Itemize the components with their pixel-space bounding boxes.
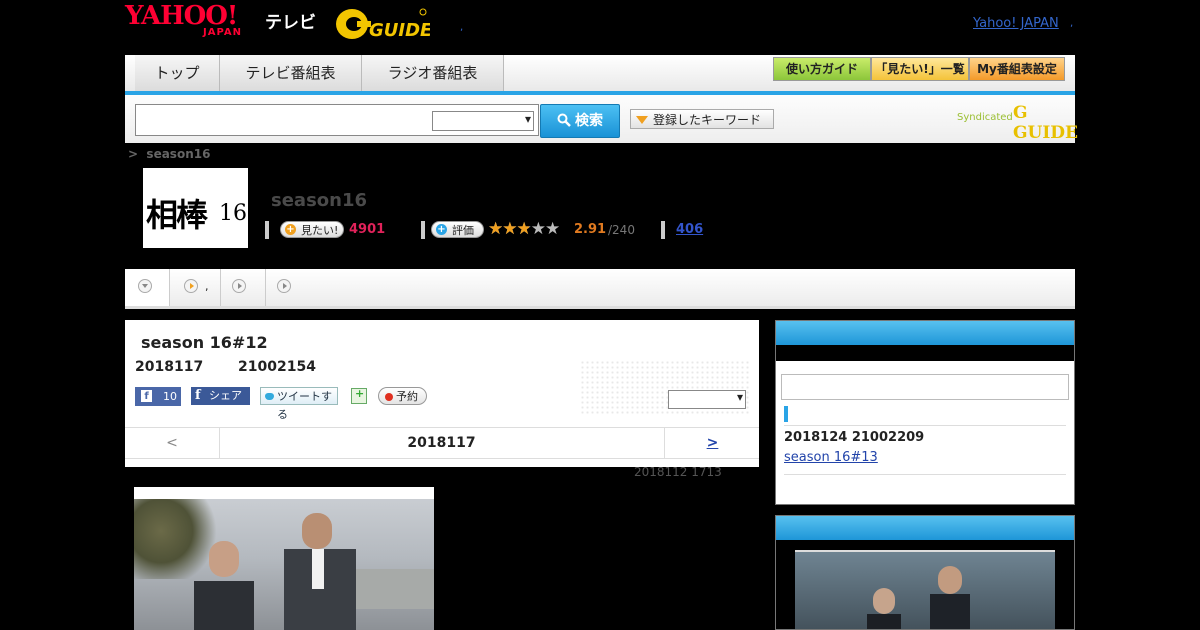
header-separator: , bbox=[460, 22, 464, 33]
reserve-button[interactable]: 予約 bbox=[378, 387, 427, 405]
main-navigation: トップ テレビ番組表 ラジオ番組表 使い方ガイド 「見たい!」一覧 My番組表設… bbox=[125, 55, 1075, 95]
search-icon bbox=[557, 113, 571, 127]
syndicated-gguide-logo: G GUIDE bbox=[1013, 103, 1078, 143]
divider bbox=[421, 221, 425, 239]
next-broadcast-box: 2018124 21002209 season 16#13 bbox=[775, 320, 1075, 505]
subtab-2-separator: , bbox=[205, 280, 209, 293]
divider bbox=[784, 425, 1066, 426]
nav-tab-tv-schedule[interactable]: テレビ番組表 bbox=[220, 55, 362, 91]
episode-pager: < 2018117 > bbox=[125, 427, 759, 459]
breadcrumb-separator: > bbox=[128, 147, 139, 161]
divider bbox=[265, 221, 269, 239]
subtab-3[interactable] bbox=[221, 269, 266, 306]
recorder-select[interactable] bbox=[668, 390, 746, 409]
chevron-down-icon bbox=[138, 279, 152, 293]
program-subtabs: , bbox=[125, 269, 1075, 309]
yahoo-japan-logo-text: JAPAN bbox=[203, 27, 242, 38]
play-circle-icon bbox=[277, 279, 291, 293]
rating-count: /240 bbox=[608, 223, 635, 237]
mitai-button[interactable]: 見たい! bbox=[280, 221, 344, 238]
thumbnail-title: 相棒 bbox=[146, 196, 208, 234]
rating-value: 2.91 bbox=[574, 222, 607, 237]
search-bar: 検索 登録したキーワード Syndicated G GUIDE bbox=[125, 95, 1078, 143]
nav-tab-radio-schedule[interactable]: ラジオ番組表 bbox=[362, 55, 504, 91]
mitai-list-button[interactable]: 「見たい!」一覧 bbox=[871, 57, 969, 81]
breadcrumb: > season16 bbox=[128, 147, 210, 161]
facebook-icon: f bbox=[195, 388, 201, 403]
mitai-count: 4901 bbox=[349, 222, 386, 237]
tv-logo-text[interactable]: テレビ bbox=[265, 8, 316, 33]
search-button[interactable]: 検索 bbox=[540, 104, 620, 138]
next-broadcast-subheader bbox=[776, 345, 1074, 361]
site-header: YAHOO! JAPAN テレビ GUIDE , Yahoo! JAPAN , bbox=[125, 0, 1075, 55]
sidebar-field[interactable] bbox=[781, 374, 1069, 400]
breadcrumb-current: season16 bbox=[146, 147, 211, 161]
section-marker bbox=[784, 406, 788, 422]
subtab-1[interactable] bbox=[125, 269, 170, 306]
episode-time: 21002154 bbox=[238, 359, 316, 375]
syndicated-label: Syndicated bbox=[957, 112, 1013, 123]
episode-title: season 16#12 bbox=[141, 333, 268, 352]
divider bbox=[661, 221, 665, 239]
episode-photo bbox=[134, 487, 434, 630]
next-broadcast-datetime: 2018124 21002209 bbox=[784, 430, 925, 445]
rate-button[interactable]: 評価 bbox=[431, 221, 484, 238]
usage-guide-button[interactable]: 使い方ガイド bbox=[773, 57, 871, 81]
reviews-link[interactable]: 406 bbox=[676, 222, 703, 237]
episode-date: 2018117 bbox=[135, 359, 204, 375]
next-episode-link[interactable]: > bbox=[664, 428, 760, 458]
rating-stars: ★★★★★ ★★★★★ bbox=[488, 219, 560, 239]
play-circle-icon bbox=[232, 279, 246, 293]
program-image-header bbox=[776, 516, 1074, 540]
search-category-select[interactable] bbox=[432, 111, 534, 131]
current-episode-date: 2018117 bbox=[407, 435, 476, 451]
registered-keyword-button[interactable]: 登録したキーワード bbox=[630, 109, 774, 129]
facebook-share-button[interactable]: f シェア bbox=[191, 387, 250, 405]
thumbnail-number: 16 bbox=[219, 201, 247, 226]
next-broadcast-header bbox=[776, 321, 1074, 345]
yahoo-logo[interactable]: YAHOO! bbox=[125, 3, 238, 29]
add-calendar-icon[interactable] bbox=[351, 387, 367, 404]
updated-timestamp: 2018112 1713 bbox=[634, 465, 722, 479]
prev-episode-button[interactable]: < bbox=[125, 428, 220, 458]
share-label: シェア bbox=[209, 389, 242, 402]
rating-stars-filled: ★★★★★ bbox=[488, 219, 530, 239]
header-link-separator: , bbox=[1070, 18, 1074, 29]
search-button-label: 検索 bbox=[575, 113, 603, 129]
yahoo-japan-link[interactable]: Yahoo! JAPAN bbox=[973, 16, 1059, 31]
subtab-4[interactable] bbox=[266, 269, 310, 306]
program-key-visual[interactable] bbox=[795, 550, 1055, 629]
next-episode-title-link[interactable]: season 16#13 bbox=[784, 450, 878, 465]
facebook-icon: f bbox=[141, 390, 152, 402]
program-image-box bbox=[775, 515, 1075, 630]
gguide-logo[interactable]: GUIDE bbox=[335, 6, 430, 40]
divider bbox=[784, 474, 1066, 475]
svg-text:GUIDE: GUIDE bbox=[369, 20, 430, 40]
subtab-2[interactable]: , bbox=[170, 269, 221, 306]
program-thumbnail[interactable]: 相棒 16 bbox=[143, 168, 248, 248]
play-circle-icon bbox=[184, 279, 198, 293]
program-title: season16 bbox=[271, 190, 368, 211]
tweet-button[interactable]: ツイートする bbox=[260, 387, 338, 421]
my-schedule-settings-button[interactable]: My番組表設定 bbox=[969, 57, 1065, 81]
nav-tab-top[interactable]: トップ bbox=[135, 55, 220, 91]
facebook-like-button[interactable]: f 10 bbox=[135, 387, 181, 406]
facebook-like-count: 10 bbox=[163, 390, 177, 403]
episode-panel: season 16#12 2018117 21002154 f 10 f シェア… bbox=[125, 320, 759, 467]
